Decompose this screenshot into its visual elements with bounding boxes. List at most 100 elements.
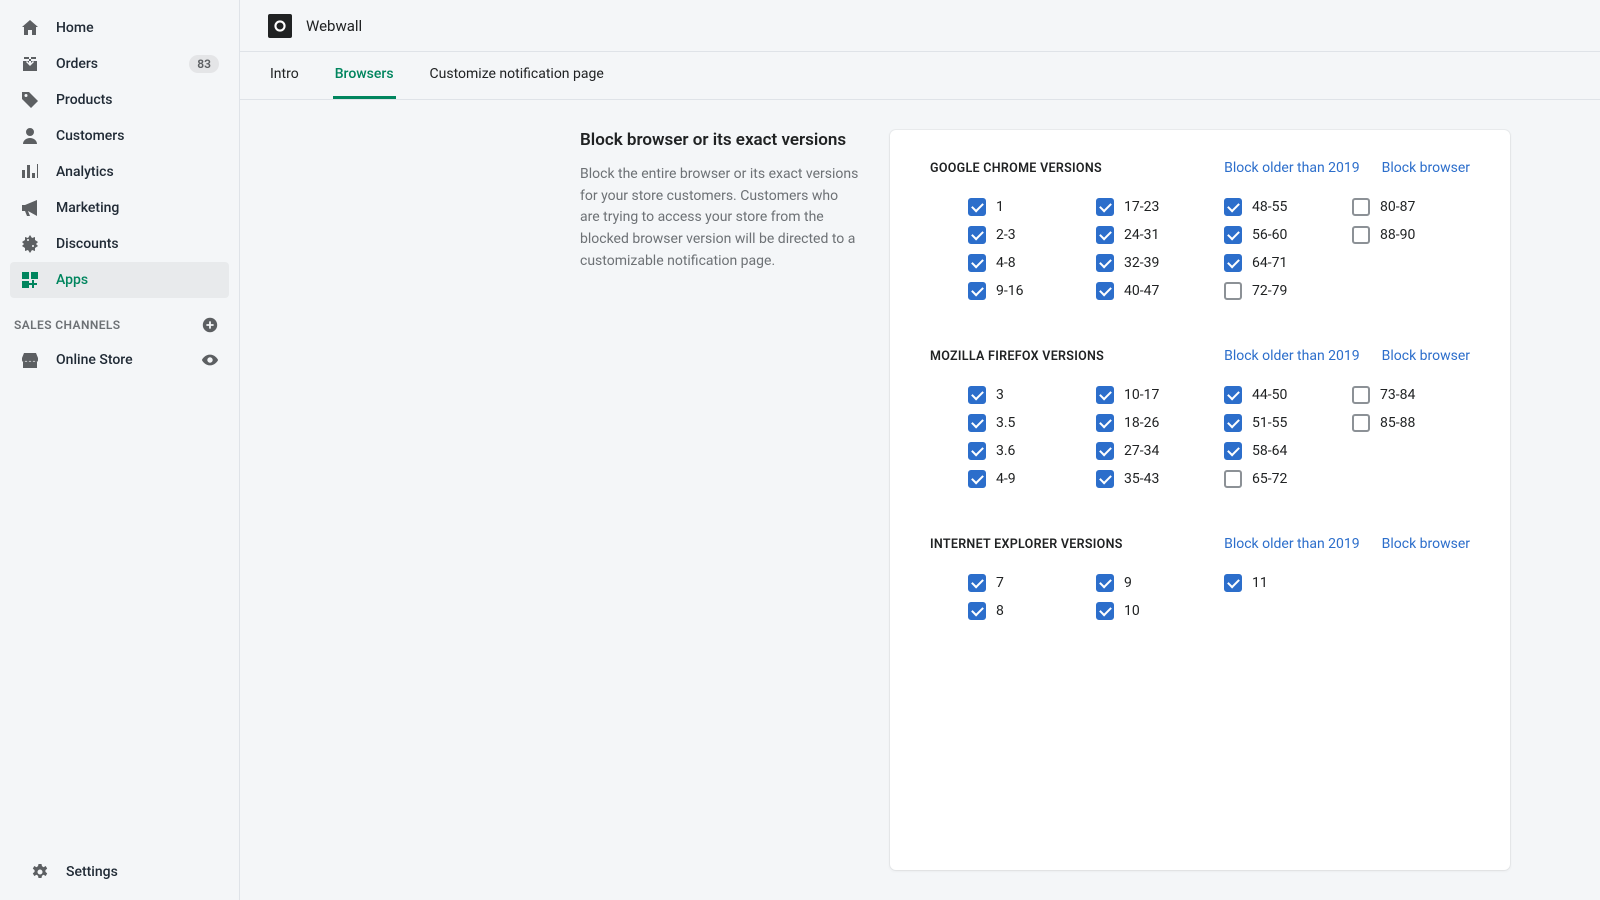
add-channel-icon[interactable]: [201, 316, 219, 334]
tab-customize-notification-page[interactable]: Customize notification page: [428, 52, 606, 99]
version-checkbox[interactable]: [1224, 282, 1242, 300]
tab-intro[interactable]: Intro: [268, 52, 301, 99]
version-item: 73-84: [1352, 386, 1470, 404]
version-item: 32-39: [1096, 254, 1214, 272]
version-checkbox[interactable]: [1224, 470, 1242, 488]
sidebar-item-analytics[interactable]: Analytics: [10, 154, 229, 190]
sidebar-item-settings[interactable]: Settings: [20, 854, 219, 890]
empty-cell: [1224, 602, 1342, 620]
group-actions: Block older than 2019 Block browser: [1224, 160, 1470, 176]
tag-icon: [20, 90, 40, 110]
section-description: Block the entire browser or its exact ve…: [580, 164, 860, 272]
app-title: Webwall: [306, 17, 362, 35]
sidebar-item-orders[interactable]: Orders 83: [10, 46, 229, 82]
version-label: 88-90: [1380, 227, 1415, 243]
version-checkbox[interactable]: [1224, 442, 1242, 460]
section-title: Block browser or its exact versions: [580, 130, 860, 150]
sidebar-item-marketing[interactable]: Marketing: [10, 190, 229, 226]
nav-label: Home: [56, 20, 219, 36]
version-checkbox[interactable]: [1224, 254, 1242, 272]
group-title: GOOGLE CHROME VERSIONS: [930, 161, 1224, 176]
block-older-link[interactable]: Block older than 2019: [1224, 348, 1360, 364]
version-checkbox[interactable]: [968, 442, 986, 460]
version-label: 32-39: [1124, 255, 1159, 271]
version-checkbox[interactable]: [968, 602, 986, 620]
version-checkbox[interactable]: [968, 414, 986, 432]
block-older-link[interactable]: Block older than 2019: [1224, 536, 1360, 552]
version-item: 7: [968, 574, 1086, 592]
nav-label: Products: [56, 92, 219, 108]
version-label: 40-47: [1124, 283, 1159, 299]
version-item: 64-71: [1224, 254, 1342, 272]
version-checkbox[interactable]: [1224, 386, 1242, 404]
version-checkbox[interactable]: [1224, 574, 1242, 592]
block-browser-link[interactable]: Block browser: [1382, 536, 1470, 552]
version-checkbox[interactable]: [1352, 386, 1370, 404]
browser-group: GOOGLE CHROME VERSIONSBlock older than 2…: [930, 160, 1470, 300]
version-grid: 117-2348-5580-872-324-3156-6088-904-832-…: [930, 198, 1470, 300]
version-checkbox[interactable]: [968, 470, 986, 488]
version-checkbox[interactable]: [968, 198, 986, 216]
sidebar-item-online-store[interactable]: Online Store: [10, 342, 229, 378]
version-checkbox[interactable]: [1096, 574, 1114, 592]
eye-icon[interactable]: [201, 351, 219, 369]
sidebar-item-customers[interactable]: Customers: [10, 118, 229, 154]
version-item: 4-9: [968, 470, 1086, 488]
version-checkbox[interactable]: [968, 574, 986, 592]
version-checkbox[interactable]: [1096, 282, 1114, 300]
version-checkbox[interactable]: [1096, 470, 1114, 488]
version-item: 24-31: [1096, 226, 1214, 244]
block-browser-link[interactable]: Block browser: [1382, 348, 1470, 364]
version-label: 85-88: [1380, 415, 1415, 431]
version-checkbox[interactable]: [1352, 198, 1370, 216]
version-item: 4-8: [968, 254, 1086, 272]
version-checkbox[interactable]: [968, 226, 986, 244]
version-label: 51-55: [1252, 415, 1287, 431]
version-item: 65-72: [1224, 470, 1342, 488]
nav-list: Home Orders 83 Products Customers Analyt…: [0, 10, 239, 298]
version-label: 11: [1252, 575, 1268, 591]
empty-cell: [1352, 470, 1470, 488]
block-browser-link[interactable]: Block browser: [1382, 160, 1470, 176]
version-checkbox[interactable]: [1096, 254, 1114, 272]
version-grid: 310-1744-5073-843.518-2651-5585-883.627-…: [930, 386, 1470, 488]
version-label: 35-43: [1124, 471, 1159, 487]
version-checkbox[interactable]: [1096, 414, 1114, 432]
version-item: 56-60: [1224, 226, 1342, 244]
version-label: 9: [1124, 575, 1132, 591]
version-checkbox[interactable]: [1096, 442, 1114, 460]
orders-icon: [20, 54, 40, 74]
version-label: 4-8: [996, 255, 1016, 271]
sidebar-item-apps[interactable]: Apps: [10, 262, 229, 298]
store-icon: [20, 350, 40, 370]
nav-label: Online Store: [56, 352, 201, 368]
version-checkbox[interactable]: [1096, 386, 1114, 404]
sidebar-item-discounts[interactable]: Discounts: [10, 226, 229, 262]
version-checkbox[interactable]: [1352, 414, 1370, 432]
version-checkbox[interactable]: [1224, 414, 1242, 432]
version-item: 3.5: [968, 414, 1086, 432]
version-checkbox[interactable]: [968, 386, 986, 404]
version-item: 85-88: [1352, 414, 1470, 432]
version-label: 2-3: [996, 227, 1016, 243]
sidebar-item-products[interactable]: Products: [10, 82, 229, 118]
version-checkbox[interactable]: [968, 254, 986, 272]
version-checkbox[interactable]: [1224, 226, 1242, 244]
section-label: SALES CHANNELS: [14, 318, 121, 332]
version-label: 56-60: [1252, 227, 1287, 243]
block-older-link[interactable]: Block older than 2019: [1224, 160, 1360, 176]
version-checkbox[interactable]: [1096, 226, 1114, 244]
version-checkbox[interactable]: [968, 282, 986, 300]
version-checkbox[interactable]: [1096, 198, 1114, 216]
nav-label: Marketing: [56, 200, 219, 216]
settings-list: Settings: [0, 844, 239, 900]
version-checkbox[interactable]: [1224, 198, 1242, 216]
version-checkbox[interactable]: [1096, 602, 1114, 620]
version-checkbox[interactable]: [1352, 226, 1370, 244]
version-label: 18-26: [1124, 415, 1159, 431]
sidebar-item-home[interactable]: Home: [10, 10, 229, 46]
nav-label: Discounts: [56, 236, 219, 252]
tab-browsers[interactable]: Browsers: [333, 52, 396, 99]
browser-group: INTERNET EXPLORER VERSIONSBlock older th…: [930, 536, 1470, 620]
orders-badge: 83: [189, 55, 219, 73]
